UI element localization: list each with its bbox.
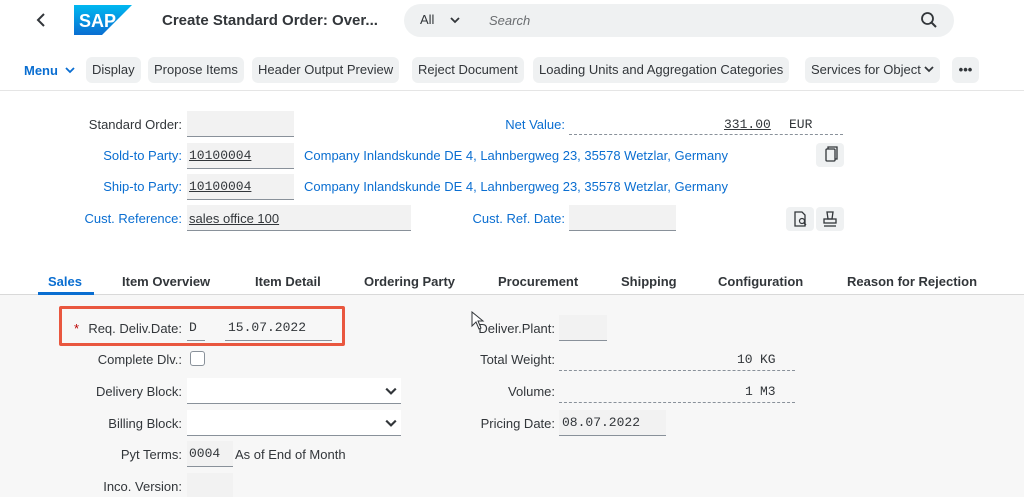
sold-to-party-label: Sold-to Party: [103, 148, 182, 163]
reject-document-button[interactable]: Reject Document [412, 57, 524, 83]
total-weight-value: 10 [737, 352, 753, 367]
pyt-terms-value: 0004 [189, 446, 221, 461]
deliver-plant-field[interactable] [559, 315, 607, 341]
volume-unit: M3 [760, 384, 776, 399]
services-for-object-button[interactable]: Services for Object [805, 57, 941, 83]
highlight-box [59, 306, 345, 346]
tab-sales[interactable]: Sales [48, 274, 82, 289]
delivery-block-label: Delivery Block: [96, 384, 182, 399]
tab-shipping[interactable]: Shipping [621, 274, 677, 289]
net-value-currency: EUR [789, 117, 813, 132]
delivery-block-select[interactable] [187, 378, 401, 404]
total-weight-field-line [559, 370, 795, 371]
toolbar-divider [0, 90, 1024, 91]
cust-reference-value: sales office 100 [189, 211, 280, 226]
pyt-terms-label: Pyt Terms: [120, 447, 182, 462]
net-value-field-line [569, 134, 843, 135]
net-value-label: Net Value: [505, 117, 565, 132]
chevron-left-icon [36, 13, 45, 27]
sold-to-party-field[interactable]: 10100004 [187, 143, 294, 169]
menu-button[interactable]: Menu [24, 63, 75, 78]
ship-to-party-description[interactable]: Company Inlandskunde DE 4, Lahnbergweg 2… [304, 179, 728, 194]
cust-reference-label: Cust. Reference: [84, 211, 182, 226]
chevron-down-icon [385, 387, 397, 395]
copy-icon [825, 146, 838, 162]
document-flow-button[interactable] [786, 207, 814, 231]
sold-to-party-description[interactable]: Company Inlandskunde DE 4, Lahnbergweg 2… [304, 148, 728, 163]
document-search-icon [794, 211, 807, 227]
overflow-button[interactable]: ••• [952, 57, 979, 83]
standard-order-label: Standard Order: [88, 117, 182, 132]
ship-to-party-label: Ship-to Party: [103, 179, 182, 194]
display-button[interactable]: Display [86, 57, 141, 83]
complete-dlv-label: Complete Dlv.: [97, 352, 182, 367]
copy-button[interactable] [816, 143, 844, 167]
pricing-date-value: 08.07.2022 [562, 415, 641, 430]
services-for-object-label: Services for Object [811, 62, 921, 77]
volume-field-line [559, 402, 795, 403]
inco-version-label: Inco. Version: [103, 479, 182, 494]
pricing-date-field[interactable]: 08.07.2022 [559, 410, 666, 436]
sap-logo-icon: SAP [74, 5, 132, 35]
shell-bar: SAP Create Standard Order: Over... All S… [0, 0, 1024, 42]
billing-block-label: Billing Block: [108, 416, 182, 431]
svg-text:SAP: SAP [79, 11, 116, 31]
sold-to-party-value: 10100004 [189, 148, 252, 163]
tab-reason-for-rejection[interactable]: Reason for Rejection [847, 274, 977, 289]
pyt-terms-description: As of End of Month [235, 447, 346, 462]
tab-configuration[interactable]: Configuration [718, 274, 803, 289]
pyt-terms-field[interactable]: 0004 [187, 441, 233, 467]
search-input[interactable]: Search [489, 13, 530, 28]
chevron-down-icon [385, 419, 397, 427]
volume-value: 1 [745, 384, 753, 399]
complete-dlv-checkbox[interactable] [190, 351, 205, 366]
propose-items-button[interactable]: Propose Items [148, 57, 244, 83]
cust-reference-field[interactable]: sales office 100 [187, 205, 411, 231]
ship-to-party-value: 10100004 [189, 179, 252, 194]
total-weight-unit: KG [760, 352, 776, 367]
volume-label: Volume: [508, 384, 555, 399]
net-value: 331.00 [724, 117, 771, 132]
billing-block-select[interactable] [187, 410, 401, 436]
chevron-down-icon [64, 67, 75, 74]
loading-units-button[interactable]: Loading Units and Aggregation Categories [533, 57, 790, 83]
search-icon[interactable] [920, 11, 938, 29]
total-weight-label: Total Weight: [480, 352, 555, 367]
tab-item-detail[interactable]: Item Detail [255, 274, 321, 289]
inco-version-field[interactable] [187, 473, 233, 497]
deliver-plant-label: Deliver.Plant: [478, 321, 555, 336]
tab-item-overview[interactable]: Item Overview [122, 274, 210, 289]
app-title: Create Standard Order: Over... [162, 12, 378, 29]
pricing-date-label: Pricing Date: [480, 416, 555, 431]
search-scope[interactable]: All [420, 12, 434, 27]
chevron-down-icon[interactable] [450, 15, 460, 25]
stamp-button[interactable] [816, 207, 844, 231]
menu-label: Menu [24, 63, 58, 78]
back-button[interactable] [32, 10, 52, 30]
ship-to-party-field[interactable]: 10100004 [187, 174, 294, 200]
header-output-preview-button[interactable]: Header Output Preview [252, 57, 400, 83]
header-toolbar: Menu Display Propose Items Header Output… [0, 55, 1024, 85]
tab-ordering-party[interactable]: Ordering Party [364, 274, 455, 289]
sap-logo[interactable]: SAP [74, 5, 132, 35]
search-bar[interactable]: All Search [404, 4, 954, 37]
tab-procurement[interactable]: Procurement [498, 274, 578, 289]
standard-order-field[interactable] [187, 111, 294, 137]
cust-ref-date-field[interactable] [569, 205, 676, 231]
chevron-down-icon [924, 66, 935, 73]
stamp-icon [823, 211, 837, 227]
mouse-cursor-icon [471, 311, 485, 330]
cust-ref-date-label: Cust. Ref. Date: [472, 211, 565, 226]
